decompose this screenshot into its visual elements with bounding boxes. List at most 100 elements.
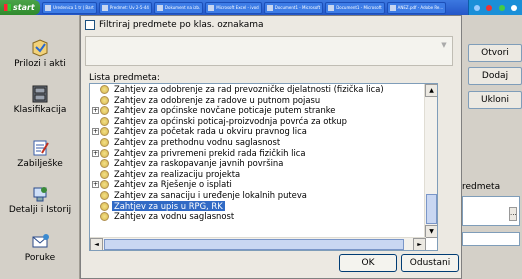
cabinet-icon (32, 85, 48, 103)
volume-icon[interactable] (510, 4, 517, 11)
list-item[interactable]: Zahtjev za prethodnu vodnu saglasnost (90, 137, 426, 148)
subject-type-icon (100, 95, 109, 105)
vertical-scroll-thumb[interactable] (426, 194, 437, 224)
taskbar-item[interactable]: ANEZ.pdf - Adobe Re... (386, 1, 447, 14)
vertical-scrollbar[interactable]: ▲ ▼ (424, 84, 437, 238)
taskbar-item-label: Uredenica 1 tr | Bart (53, 5, 94, 10)
chevron-down-icon[interactable]: ▼ (438, 39, 450, 51)
left-nav-panel: Prilozi i akti Klasifikacija Zabilješke … (0, 15, 80, 279)
subject-list[interactable]: Zahtjev za odobrenje za rad prevozničke … (89, 83, 438, 251)
scroll-up-icon[interactable]: ▲ (425, 84, 437, 97)
list-item[interactable]: Zahtjev za sanaciju i uređenje lokalnih … (90, 190, 426, 201)
nav-item-label: Klasifikacija (13, 105, 67, 115)
list-item-label: Zahtjev za sanaciju i uređenje lokalnih … (114, 189, 307, 200)
list-item[interactable]: + Zahtjev za privremeni prekid rada fizič… (90, 148, 426, 159)
list-item[interactable]: Zahtjev za upis u RPG, RK (90, 200, 426, 212)
secondary-field[interactable] (462, 232, 520, 246)
antivirus-icon[interactable] (486, 4, 493, 11)
nav-item-label: Zabilješke (17, 159, 63, 169)
taskbar-item[interactable]: Document1 - Microsoft (325, 1, 385, 14)
nav-item-label: Poruke (24, 253, 56, 263)
taskbar-item-label: Document1 - Microsoft (336, 5, 382, 10)
taskbar-item-label: Predmet: Uv 2-5-44 (109, 5, 149, 10)
subject-field[interactable]: ... (462, 196, 520, 226)
app-icon (156, 4, 163, 11)
list-item[interactable]: + Zahtjev za općinske novčane poticaje pu… (90, 105, 426, 116)
app-icon (208, 4, 215, 11)
taskbar-item[interactable]: Dokument na izb. (153, 1, 204, 14)
nav-item-attachments[interactable]: Prilozi i akti (0, 39, 80, 69)
subject-type-icon (100, 85, 109, 94)
status-icon[interactable] (498, 4, 505, 11)
subject-type-icon (100, 116, 109, 126)
nav-item-label: Detalji i Istorij (8, 205, 72, 215)
list-item[interactable]: Zahtjev za vodnu saglasnost (90, 211, 426, 222)
taskbar-item-label: ANEZ.pdf - Adobe Re... (397, 5, 444, 10)
subject-picker-dialog: Filtriraj predmete po klas. oznakama ▼ L… (80, 15, 462, 279)
messages-icon (32, 234, 49, 248)
nav-item-classification[interactable]: Klasifikacija (0, 85, 80, 115)
list-item[interactable]: Zahtjev za odobrenje za radove u putnom … (90, 95, 426, 106)
taskbar-item-label: Microsoft Excel - ivod (216, 5, 259, 10)
filter-checkbox[interactable] (85, 20, 95, 30)
list-item[interactable]: + Zahtjev za početak rada u okviru pravno… (90, 126, 426, 137)
subject-list-label: Lista predmeta: (89, 73, 160, 83)
list-item-label: Zahtjev za odobrenje za rad prevozničke … (114, 84, 384, 94)
scroll-left-icon[interactable]: ◄ (90, 238, 103, 250)
taskbar-item[interactable]: Uredenica 1 tr | Bart (42, 1, 97, 14)
browse-button[interactable]: ... (509, 207, 517, 221)
remove-button[interactable]: Ukloni (468, 91, 522, 109)
expand-icon[interactable]: + (92, 181, 99, 189)
nav-item-details-history[interactable]: Detalji i Istorij (0, 185, 80, 215)
pdf-icon (389, 4, 396, 11)
subject-type-icon (100, 137, 109, 147)
start-label: start (13, 3, 35, 12)
subject-rows: Zahtjev za odobrenje za rad prevozničke … (90, 84, 426, 222)
app-icon (45, 4, 51, 11)
subject-type-icon (100, 212, 109, 222)
taskbar-item[interactable]: Microsoft Excel - ivod (205, 1, 262, 14)
list-item-label: Zahtjev za realizaciju projekta (114, 168, 241, 179)
windows-logo-icon (4, 4, 11, 11)
network-icon[interactable] (474, 4, 481, 11)
attachment-icon (32, 39, 48, 57)
system-tray (468, 0, 522, 15)
list-item-label: Zahtjev za vodnu saglasnost (114, 211, 235, 222)
ok-button[interactable]: OK (339, 254, 397, 272)
start-button[interactable]: start (0, 0, 40, 15)
open-button[interactable]: Otvori (468, 44, 522, 62)
cancel-button[interactable]: Odustani (401, 254, 459, 272)
expand-icon[interactable]: + (92, 128, 99, 136)
horizontal-scrollbar[interactable]: ◄ ► (90, 237, 426, 250)
list-item-label: Zahtjev za početak rada u okviru pravnog… (114, 126, 307, 137)
subject-type-icon (100, 159, 109, 169)
list-item-label: Zahtjev za upis u RPG, RK (112, 200, 225, 212)
taskbar-item-label: Document1 - Microsoft (274, 5, 321, 10)
classification-filter-dropdown[interactable]: ▼ (85, 36, 453, 66)
list-item-label: Zahtjev za privremeni prekid rada fizičk… (114, 147, 306, 158)
scroll-right-icon[interactable]: ► (413, 238, 426, 250)
nav-item-messages[interactable]: Poruke (0, 233, 80, 263)
list-item-label: Zahtjev za prethodnu vodnu saglasnost (114, 136, 281, 147)
expand-icon[interactable]: + (92, 149, 99, 157)
taskbar-item[interactable]: Predmet: Uv 2-5-44 (98, 1, 152, 14)
expand-icon[interactable]: + (92, 107, 99, 115)
taskbar: start Uredenica 1 tr | Bart Predmet: Uv … (0, 0, 522, 15)
app-icon (101, 4, 108, 11)
subject-type-icon (100, 127, 109, 137)
subject-type-icon (100, 180, 109, 190)
nav-item-notes[interactable]: Zabilješke (0, 139, 80, 169)
taskbar-item[interactable]: Document1 - Microsoft (263, 1, 324, 14)
horizontal-scroll-thumb[interactable] (104, 239, 404, 250)
add-button[interactable]: Dodaj (468, 67, 522, 85)
filter-checkbox-label: Filtriraj predmete po klas. oznakama (99, 20, 264, 30)
list-item[interactable]: Zahtjev za realizaciju projekta (90, 169, 426, 180)
list-item-label: Zahtjev za raskopavanje javnih površina (114, 158, 284, 169)
list-item[interactable]: + Zahtjev za Rješenje o isplati (90, 179, 426, 190)
list-item[interactable]: Zahtjev za odobrenje za rad prevozničke … (90, 84, 426, 95)
list-item[interactable]: Zahtjev za općinski poticaj-proizvodnja … (90, 116, 426, 127)
subject-type-icon (100, 106, 109, 116)
subject-type-icon (100, 190, 109, 200)
list-item[interactable]: Zahtjev za raskopavanje javnih površina (90, 158, 426, 169)
scroll-down-icon[interactable]: ▼ (425, 225, 437, 238)
